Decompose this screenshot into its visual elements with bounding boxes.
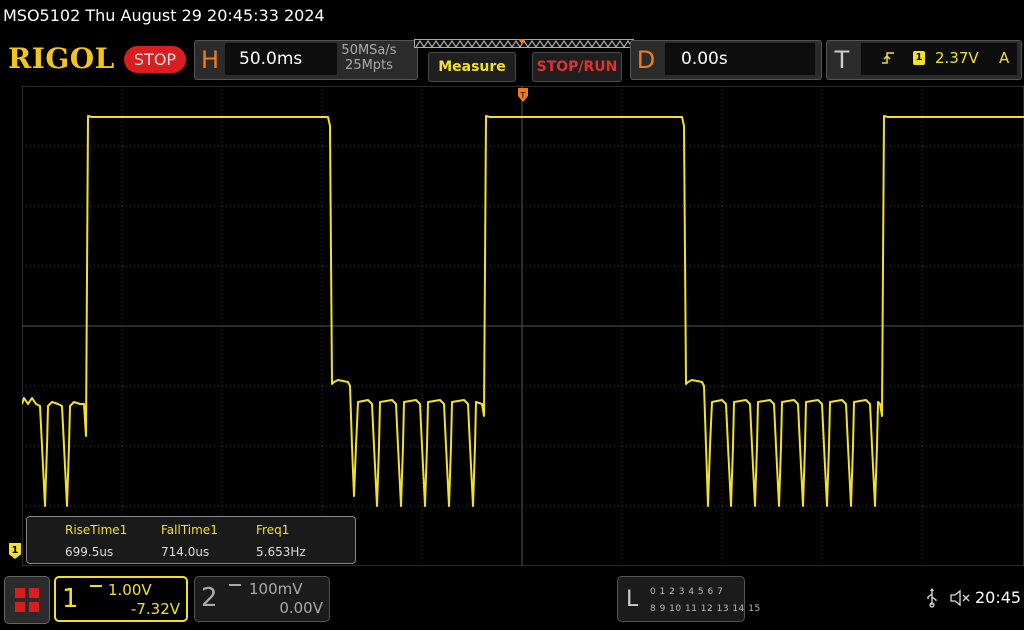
memory-position-bar[interactable] [414,39,634,49]
logic-channels-row2: 8 9 10 11 12 13 14 15 [650,604,761,614]
clock: 20:45 [975,588,1022,607]
stop-run-button[interactable]: STOP/RUN [532,52,622,82]
measurement-name: RiseTime1 [65,523,128,537]
ch1-ground-marker[interactable]: 1 [9,543,21,559]
measurement-value: 699.5us [65,545,114,559]
acquisition-info: 50MSa/s 25Mpts [325,43,413,73]
title-bar: MSO5102 Thu August 29 20:45:33 2024 [0,0,1024,34]
measurement-value: 714.0us [161,545,210,559]
usb-icon [927,588,937,608]
channel1-number: 1 [62,584,79,614]
graticule: T [22,86,1024,566]
menu-grid-icon [15,588,39,612]
channel1-panel[interactable]: 1 1.00V -7.32V [54,576,188,622]
delay-letter: D [636,46,656,74]
trigger-mode: A [999,49,1010,67]
channel2-scale: 100mV [249,580,303,598]
dc-coupling-icon [229,584,241,592]
main-menu-button[interactable] [4,576,50,624]
trigger-letter: T [834,46,850,74]
channel1-offset: -7.32V [130,600,180,618]
measurement-value: 5.653Hz [256,545,306,559]
trigger-panel[interactable]: T 1 2.37V A [826,40,1022,80]
channel2-offset: 0.00V [279,599,323,617]
timebase-value: 50.0ms [225,43,337,75]
waveform-display[interactable]: T [22,86,1024,566]
measurement-panel[interactable]: RiseTime1 699.5us FallTime1 714.0us Freq… [26,516,356,564]
logic-channels-row1: 0 1 2 3 4 5 6 7 [650,587,724,597]
delay-panel[interactable]: D 0.00s [630,40,822,80]
svg-text:T: T [520,91,526,100]
mute-icon[interactable] [950,589,972,607]
top-toolbar: RIGOL STOP H 50.0ms 50MSa/s 25Mpts Measu… [0,36,1024,84]
channel2-panel[interactable]: 2 100mV 0.00V [194,576,330,622]
device-datetime: MSO5102 Thu August 29 20:45:33 2024 [3,6,325,25]
memory-depth: 25Mpts [345,58,393,73]
rigol-logo: RIGOL [8,42,115,75]
measurement-name: FallTime1 [161,523,218,537]
channel1-scale: 1.00V [108,581,152,599]
rising-edge-icon [882,52,894,64]
measurement-item: RiseTime1 699.5us [65,517,161,563]
sample-rate: 50MSa/s [341,43,397,58]
horizontal-letter: H [200,46,220,74]
channel2-number: 2 [201,583,218,613]
run-state-badge[interactable]: STOP [124,46,186,73]
dc-coupling-icon [90,585,102,593]
delay-value: 0.00s [665,43,815,75]
measurement-name: Freq1 [256,523,290,537]
horizontal-panel[interactable]: H 50.0ms 50MSa/s 25Mpts [194,40,418,80]
trigger-level: 2.37V [935,49,979,67]
trigger-settings: 1 2.37V A [861,43,1017,75]
trigger-source: 1 [913,51,925,65]
bottom-bar: 1 1.00V -7.32V 2 100mV 0.00V L 0 1 2 3 4… [0,570,1024,630]
logic-analyzer-panel[interactable]: L 0 1 2 3 4 5 6 7 8 9 10 11 12 13 14 15 [617,576,760,622]
measure-button[interactable]: Measure [428,52,516,82]
measurement-item: Freq1 5.653Hz [256,517,352,563]
logic-letter: L [626,587,639,612]
measurement-item: FallTime1 714.0us [161,517,257,563]
